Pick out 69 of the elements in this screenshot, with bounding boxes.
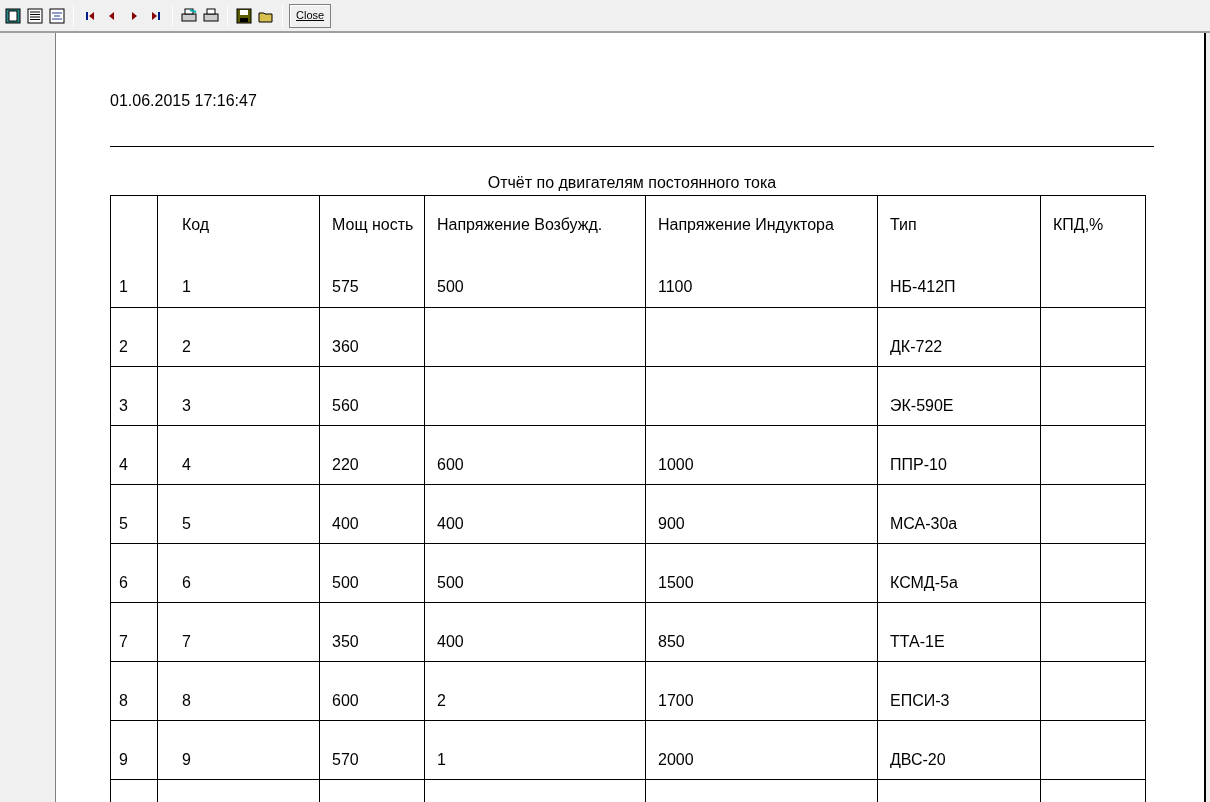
page-width-icon: [49, 7, 65, 24]
table-cell-text: НБ-412П: [890, 277, 956, 297]
column-header: Код: [182, 215, 210, 235]
printer-setup-icon: [180, 7, 198, 24]
table-cell-text: 900: [658, 514, 685, 534]
table-cell-text: 500: [437, 573, 464, 593]
table-cell-text: 1: [437, 750, 446, 770]
column-header: Тип: [890, 215, 917, 235]
table-cell-text: 500: [332, 573, 359, 593]
table-cell-text: МСА-30а: [890, 514, 958, 534]
close-button[interactable]: Close: [289, 3, 332, 28]
table-cell-text: 9: [182, 750, 191, 770]
printer-icon: [202, 7, 220, 24]
table-cell-text: 4: [119, 455, 128, 475]
table-cell-text: 9: [119, 750, 128, 770]
table-cell-text: 850: [658, 632, 685, 652]
table-cell-text: 1000: [658, 455, 694, 475]
column-header: Мощ ность: [332, 215, 414, 235]
table-cell-text: 350: [332, 632, 359, 652]
page-width-icon[interactable]: [47, 5, 67, 26]
table-cell-text: ДК-722: [890, 337, 943, 357]
save-icon: [236, 7, 252, 24]
table-cell-text: 7: [182, 632, 191, 652]
table-cell-text: 600: [332, 691, 359, 711]
table-cell-text: КСМД-5а: [890, 573, 958, 593]
table-cell-text: 1100: [658, 277, 693, 297]
page-view-icon: [5, 7, 21, 24]
table-cell-text: 400: [437, 632, 464, 652]
table-cell-text: 1500: [658, 573, 694, 593]
table-cell-text: 2: [182, 337, 191, 357]
table-cell-text: 360: [332, 337, 359, 357]
table-cell-text: 6: [119, 573, 128, 593]
table-cell-text: 2000: [658, 750, 694, 770]
table-cell-text: 220: [332, 455, 359, 475]
text-lines-icon: [27, 7, 43, 24]
text-lines-icon[interactable]: [25, 5, 45, 26]
table-cell-text: 1: [182, 277, 191, 297]
table-cell-text: 8: [182, 691, 191, 711]
report-title: Отчёт по двигателям постоянного тока: [486, 173, 778, 193]
table-cell-text: 5: [119, 514, 128, 534]
table-cell-text: 570: [332, 750, 359, 770]
table-cell-text: ТТА-1Е: [890, 632, 945, 652]
table-cell-text: ДВС-20: [890, 750, 946, 770]
table-cell-text: 2: [119, 337, 128, 357]
table-cell-text: 6: [182, 573, 191, 593]
table-cell-text: 5: [182, 514, 191, 534]
table-cell-text: 3: [119, 396, 128, 416]
table-cell-text: 400: [437, 514, 464, 534]
column-header: Напряжение Возбужд.: [437, 215, 603, 235]
report-timestamp: 01.06.2015 17:16:47: [110, 91, 258, 111]
table-cell-text: 560: [332, 396, 359, 416]
table-cell-text: 575: [332, 277, 359, 297]
column-header: КПД,%: [1053, 215, 1104, 235]
table-cell-text: 1: [119, 277, 128, 297]
table-cell-text: 400: [332, 514, 359, 534]
column-header: Напряжение Индуктора: [658, 215, 834, 235]
table-cell-text: 4: [182, 455, 191, 475]
table-cell-text: 2: [437, 691, 446, 711]
table-cell-text: 8: [119, 691, 128, 711]
table-cell-text: 500: [437, 277, 464, 297]
save-icon[interactable]: [234, 5, 254, 26]
table-cell-text: 600: [437, 455, 464, 475]
table-cell-text: ППР-10: [890, 455, 947, 475]
table-cell-text: ЭК-590Е: [890, 396, 954, 416]
table-cell-text: 3: [182, 396, 191, 416]
table-cell-text: 7: [119, 632, 128, 652]
table-cell-text: 1700: [658, 691, 694, 711]
page-view-icon[interactable]: [3, 5, 23, 26]
table-cell-text: ЕПСИ-3: [890, 691, 950, 711]
